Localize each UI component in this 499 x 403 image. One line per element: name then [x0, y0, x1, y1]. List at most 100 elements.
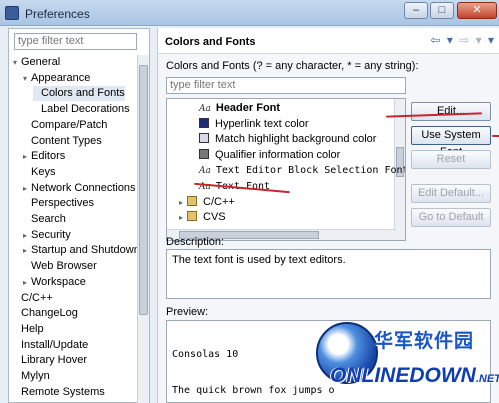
- tree-item[interactable]: Compare/Patch: [23, 118, 107, 133]
- tree-item-label: Remote Systems: [21, 385, 105, 398]
- tree-item-label: Editors: [31, 150, 66, 163]
- preferences-app-icon: [5, 6, 19, 20]
- expand-closed-icon[interactable]: ▸: [23, 243, 31, 258]
- item-label: Header Font: [215, 102, 281, 114]
- title-bar: Preferences – □ ✕: [0, 0, 499, 26]
- tree-item[interactable]: Keys: [23, 165, 55, 180]
- tree-item[interactable]: Help: [13, 322, 44, 337]
- tree-item[interactable]: Search: [23, 212, 66, 227]
- colors-filter-input[interactable]: type filter text: [166, 77, 406, 94]
- tree-item[interactable]: ChangeLog: [13, 306, 78, 321]
- category-item[interactable]: ▸ C/C++: [179, 195, 235, 210]
- tree-item[interactable]: Label Decorations: [33, 102, 130, 117]
- expand-open-icon[interactable]: ▾: [23, 71, 31, 86]
- tree-item[interactable]: Mylyn: [13, 369, 50, 384]
- color-swatch-icon: [199, 117, 209, 128]
- folder-icon: [187, 195, 197, 206]
- category-item[interactable]: ▸ CVS: [179, 210, 226, 225]
- preview-label: Preview:: [166, 306, 209, 318]
- item-label: Qualifier information color: [215, 148, 341, 161]
- watermark-brand: ONLINEDOWN: [330, 364, 476, 387]
- tree-item[interactable]: ▾ General: [13, 55, 60, 70]
- reset-button[interactable]: Reset: [411, 150, 491, 169]
- tree-item-label: Search: [31, 213, 66, 225]
- tree-item[interactable]: Remote Systems: [13, 385, 105, 400]
- color-font-item[interactable]: Hyperlink text color: [199, 117, 309, 132]
- tree-item[interactable]: Install/Update: [13, 338, 88, 353]
- tree-item-label: Perspectives: [31, 197, 94, 210]
- colors-and-fonts-tree[interactable]: Aa Header Font Hyperlink text color Match h…: [166, 98, 406, 241]
- tree-item-label: Compare/Patch: [31, 118, 108, 131]
- tree-item-label: Keys: [31, 165, 56, 178]
- close-button[interactable]: ✕: [457, 2, 497, 19]
- tree-item-label: C/C++: [21, 291, 53, 304]
- tree-item[interactable]: ▸ Network Connections: [23, 181, 136, 196]
- tree-item-label: Workspace: [31, 275, 86, 288]
- back-menu-chevron-icon[interactable]: ▾: [447, 33, 453, 47]
- tree-item-label: Library Hover: [21, 354, 88, 367]
- page-header: Colors and Fonts ⇦ ▾ ⇨ ▾ ▾: [158, 28, 499, 54]
- item-label: Text Editor Block Selection Font: [215, 165, 406, 177]
- expand-closed-icon[interactable]: ▸: [179, 195, 187, 210]
- expand-closed-icon[interactable]: ▸: [23, 149, 31, 164]
- tree-item[interactable]: ▸ Editors: [23, 149, 65, 164]
- left-filter-input[interactable]: type filter text: [14, 33, 137, 50]
- color-swatch-icon: [199, 148, 209, 159]
- page-title: Colors and Fonts: [165, 36, 256, 48]
- left-scrollbar-thumb[interactable]: [139, 65, 148, 315]
- forward-arrow-icon[interactable]: ⇨: [459, 33, 469, 47]
- color-font-item[interactable]: Aa Header Font: [199, 101, 280, 116]
- tree-item-label: General: [21, 56, 61, 68]
- use-system-font-button[interactable]: Use System Font: [411, 126, 491, 158]
- minimize-button[interactable]: –: [404, 2, 428, 19]
- color-font-item[interactable]: Aa Text Editor Block Selection Font: [199, 163, 406, 178]
- annotation-mark-system-font: [492, 135, 499, 137]
- expand-closed-icon[interactable]: ▸: [179, 210, 187, 225]
- expand-closed-icon[interactable]: ▸: [23, 275, 31, 290]
- color-swatch-icon: [199, 133, 209, 144]
- watermark-cn-text: 华军软件园: [374, 331, 475, 352]
- color-font-item[interactable]: Match highlight background color: [199, 132, 376, 147]
- forward-menu-chevron-icon[interactable]: ▾: [476, 33, 482, 47]
- item-label: Hyperlink text color: [215, 117, 309, 130]
- item-label: C/C++: [203, 195, 235, 208]
- tree-item-label: Colors and Fonts: [41, 87, 125, 100]
- edit-default-button[interactable]: Edit Default...: [411, 184, 491, 203]
- expand-open-icon[interactable]: ▾: [13, 55, 21, 70]
- tree-item-label: Web Browser: [31, 260, 97, 273]
- tree-item[interactable]: ▾ Appearance: [23, 71, 90, 86]
- window-title: Preferences: [25, 7, 90, 21]
- watermark-net: .NET: [475, 373, 499, 385]
- tree-item-label: Mylyn: [21, 370, 50, 382]
- view-menu-chevron-icon[interactable]: ▾: [488, 33, 494, 47]
- tree-item[interactable]: Library Hover: [13, 353, 87, 368]
- colors-and-fonts-label: Colors and Fonts (? = any character, * =…: [166, 60, 419, 72]
- tree-item[interactable]: Perspectives: [23, 196, 94, 211]
- tree-item[interactable]: ▸ Workspace: [23, 275, 86, 290]
- expand-closed-icon[interactable]: ▸: [23, 228, 31, 243]
- tree-item[interactable]: ▸ Security: [23, 228, 71, 243]
- tree-item-label: Network Connections: [31, 181, 136, 194]
- tree-item[interactable]: Colors and Fonts: [33, 86, 125, 102]
- page-navigation: ⇦ ▾ ⇨ ▾ ▾: [427, 33, 494, 47]
- tree-item[interactable]: ▸ Startup and Shutdown: [23, 243, 140, 258]
- description-text: The text font is used by text editors.: [172, 254, 346, 266]
- onlinedown-watermark-logo: 华军软件园 ONLINEDOWN.NET: [316, 322, 499, 403]
- tree-item[interactable]: C/C++: [13, 291, 53, 306]
- tree-item-label: Label Decorations: [41, 103, 130, 116]
- font-icon: Aa: [199, 104, 211, 114]
- expand-closed-icon[interactable]: ▸: [23, 181, 31, 196]
- tree-item[interactable]: Content Types: [23, 134, 102, 149]
- tree-item-label: ChangeLog: [21, 307, 78, 320]
- left-vertical-scrollbar[interactable]: [137, 55, 149, 403]
- tree-item-label: Appearance: [31, 71, 91, 84]
- go-to-default-button[interactable]: Go to Default: [411, 208, 491, 227]
- tree-item-label: Security: [31, 228, 71, 241]
- back-arrow-icon[interactable]: ⇦: [430, 33, 440, 47]
- font-icon: Aa: [199, 166, 211, 177]
- folder-icon: [187, 211, 197, 222]
- color-font-item[interactable]: Qualifier information color: [199, 148, 340, 163]
- description-box: The text font is used by text editors.: [166, 249, 491, 299]
- maximize-button[interactable]: □: [430, 2, 454, 19]
- tree-item[interactable]: Web Browser: [23, 259, 97, 274]
